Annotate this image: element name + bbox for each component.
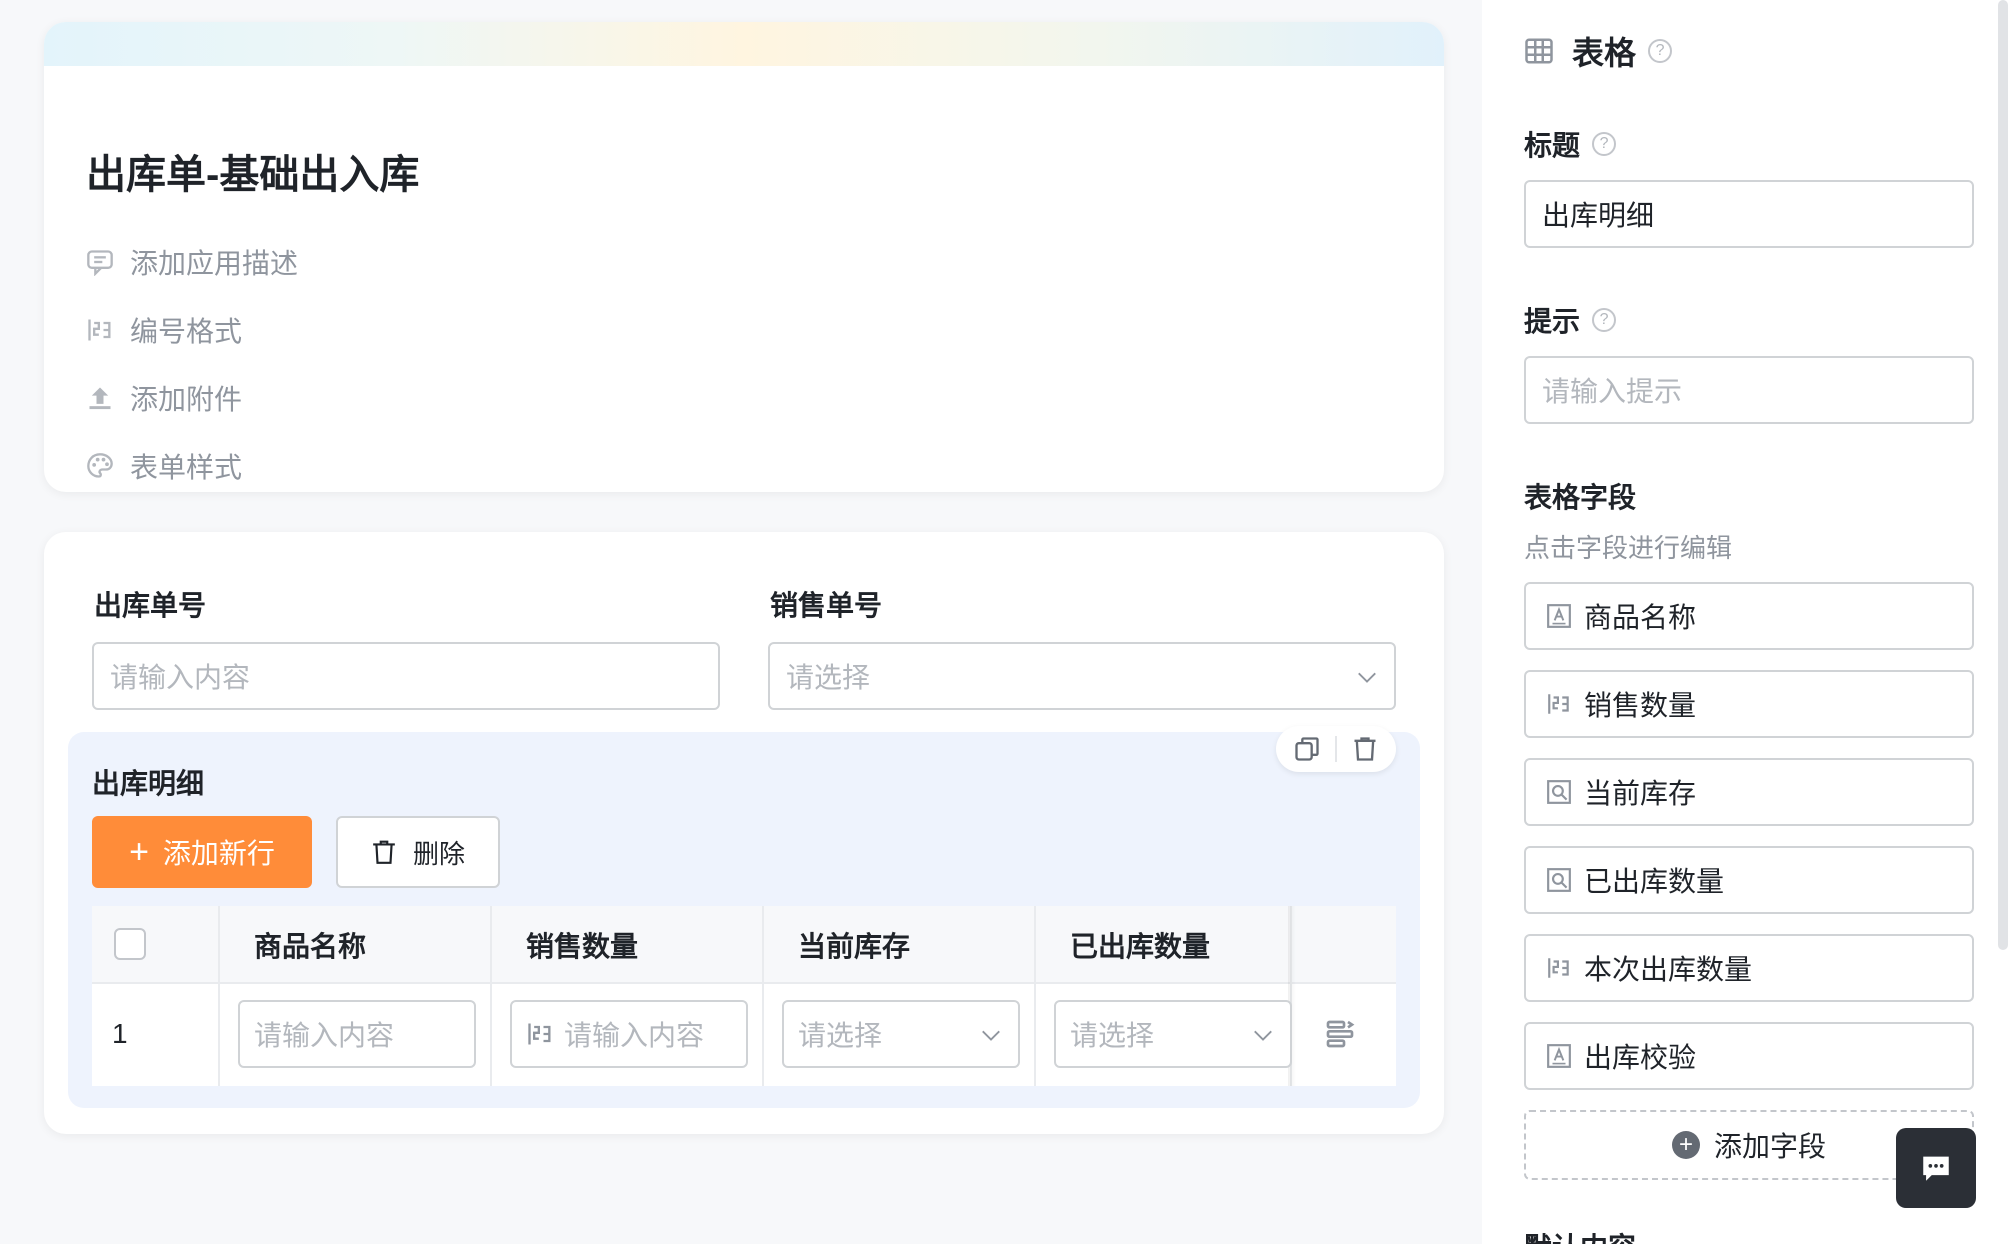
trash-icon[interactable] — [1351, 735, 1379, 763]
add-row-button[interactable]: + 添加新行 — [92, 816, 312, 888]
sales-qty-input[interactable]: 请输入内容 — [510, 1000, 748, 1068]
current-stock-select[interactable]: 请选择 — [782, 1000, 1020, 1068]
app-meta-list: 添加应用描述 编号格式 添加附件 表单样式 — [86, 228, 298, 492]
chat-icon — [1923, 1156, 1949, 1181]
sales-no-label: 销售单号 — [770, 590, 883, 621]
chevron-down-icon — [1358, 672, 1376, 683]
number-format-item[interactable]: 编号格式 — [86, 296, 298, 364]
header-gradient — [44, 22, 1444, 66]
help-icon[interactable]: ? — [1648, 39, 1673, 63]
chevron-down-icon — [982, 1030, 1000, 1041]
cell-placeholder: 请输入内容 — [254, 1020, 395, 1051]
hint-label-text: 提示 — [1524, 306, 1581, 337]
table-field-item[interactable]: 商品名称 — [1524, 582, 1974, 650]
table-field-label: 当前库存 — [1584, 778, 1697, 809]
add-description-label: 添加应用描述 — [130, 248, 299, 279]
delete-label: 删除 — [412, 838, 465, 869]
number-format-label: 编号格式 — [130, 316, 243, 347]
number-field-icon — [1548, 694, 1569, 714]
hint-input[interactable]: 请输入提示 — [1524, 356, 1974, 424]
table-field-label: 已出库数量 — [1584, 866, 1725, 897]
row-index: 1 — [112, 1018, 128, 1049]
subtable-outbound-detail[interactable]: 出库明细 + 添加新行 删除 商品名称 销售数量 当前库存 已出库数量 1 请输… — [68, 726, 1420, 1108]
title-label-text: 标题 — [1524, 130, 1581, 161]
lookup-field-icon — [1547, 868, 1571, 892]
help-icon[interactable]: ? — [1592, 308, 1617, 332]
number-field-icon — [528, 1023, 551, 1045]
hint-placeholder: 请输入提示 — [1542, 376, 1683, 407]
panel-header: 表格 ? — [1524, 28, 1673, 74]
form-style-label: 表单样式 — [130, 452, 243, 483]
table-field-label: 出库校验 — [1584, 1042, 1697, 1073]
cell-placeholder: 请选择 — [1070, 1020, 1155, 1051]
number-format-icon — [88, 319, 111, 341]
outbound-no-label: 出库单号 — [94, 590, 207, 621]
palette-icon — [87, 453, 113, 478]
table-field-item[interactable]: 已出库数量 — [1524, 846, 1974, 914]
add-row-label: 添加新行 — [162, 838, 275, 869]
table-field-item[interactable]: 销售数量 — [1524, 670, 1974, 738]
title-input[interactable]: 出库明细 — [1524, 180, 1974, 248]
panel-scrollbar[interactable] — [1998, 0, 2008, 950]
subtable-grid: 商品名称 销售数量 当前库存 已出库数量 1 请输入内容 请输入内容 请选择 请… — [92, 906, 1396, 1086]
subtable-toolbar — [1276, 726, 1396, 772]
properties-panel: 表格 ? 标题 ? 出库明细 提示 ? 请输入提示 表格字段 点击字段进行编辑 … — [1482, 0, 2012, 1244]
upload-icon — [89, 387, 111, 410]
table-field-label: 本次出库数量 — [1584, 954, 1753, 985]
trash-icon — [373, 840, 395, 864]
subtable-title: 出库明细 — [92, 768, 205, 799]
table-fields-hint: 点击字段进行编辑 — [1524, 533, 1733, 563]
panel-title: 表格 — [1572, 35, 1637, 71]
select-all-checkbox[interactable] — [114, 928, 146, 960]
shipped-qty-select[interactable]: 请选择 — [1054, 1000, 1292, 1068]
title-input-value: 出库明细 — [1542, 200, 1655, 231]
product-name-input[interactable]: 请输入内容 — [238, 1000, 476, 1068]
column-header-sales-qty[interactable]: 销售数量 — [492, 906, 638, 984]
copy-icon[interactable] — [1293, 735, 1321, 763]
text-field-icon — [1547, 604, 1571, 628]
chevron-down-icon — [1254, 1030, 1272, 1041]
table-field-item[interactable]: 本次出库数量 — [1524, 934, 1974, 1002]
table-fields-label: 表格字段 — [1524, 482, 1637, 513]
add-attachment-label: 添加附件 — [130, 384, 243, 415]
number-field-icon — [1548, 958, 1569, 978]
column-header-shipped-qty[interactable]: 已出库数量 — [1036, 906, 1210, 984]
row-actions-icon[interactable] — [1324, 1018, 1356, 1050]
table-field-item[interactable]: 当前库存 — [1524, 758, 1974, 826]
outbound-no-input[interactable]: 请输入内容 — [92, 642, 720, 710]
cell-placeholder: 请输入内容 — [564, 1020, 705, 1051]
column-header-product-name[interactable]: 商品名称 — [220, 906, 366, 984]
add-description-item[interactable]: 添加应用描述 — [86, 228, 298, 296]
table-field-item[interactable]: 出库校验 — [1524, 1022, 1974, 1090]
toolbar-divider — [1335, 736, 1337, 762]
table-field-label: 商品名称 — [1584, 602, 1697, 633]
default-content-label: 默认内容 — [1524, 1228, 1636, 1244]
sales-no-placeholder: 请选择 — [786, 662, 871, 693]
plus-icon: + — [129, 832, 149, 871]
table-icon — [1525, 38, 1553, 64]
form-body-card: 出库单号 请输入内容 销售单号 请选择 出库明细 + 添加新行 删除 商品名称 … — [44, 532, 1444, 1134]
grid-column-select — [92, 906, 220, 1086]
sales-no-select[interactable]: 请选择 — [768, 642, 1396, 710]
plus-circle-icon: + — [1671, 1131, 1700, 1159]
delete-row-button[interactable]: 删除 — [336, 816, 500, 888]
lookup-field-icon — [1547, 780, 1571, 804]
text-field-icon — [1547, 1044, 1571, 1068]
comment-icon — [87, 250, 113, 276]
column-header-current-stock[interactable]: 当前库存 — [764, 906, 910, 984]
cell-placeholder: 请选择 — [798, 1020, 883, 1051]
app-title[interactable]: 出库单-基础出入库 — [86, 142, 419, 200]
add-field-label: 添加字段 — [1713, 1131, 1826, 1162]
table-field-label: 销售数量 — [1584, 690, 1697, 721]
form-canvas: 出库单-基础出入库 添加应用描述 编号格式 添加附件 表单样式 出库单号 请输入… — [0, 0, 1482, 1244]
hint-setting-label: 提示 ? — [1524, 300, 1617, 340]
app-header-card: 出库单-基础出入库 添加应用描述 编号格式 添加附件 表单样式 — [44, 22, 1444, 492]
help-icon[interactable]: ? — [1592, 132, 1617, 156]
add-attachment-item[interactable]: 添加附件 — [86, 364, 298, 432]
form-style-item[interactable]: 表单样式 — [86, 432, 298, 492]
outbound-no-placeholder: 请输入内容 — [110, 662, 251, 693]
title-setting-label: 标题 ? — [1524, 124, 1617, 164]
chat-button[interactable] — [1896, 1128, 1976, 1208]
